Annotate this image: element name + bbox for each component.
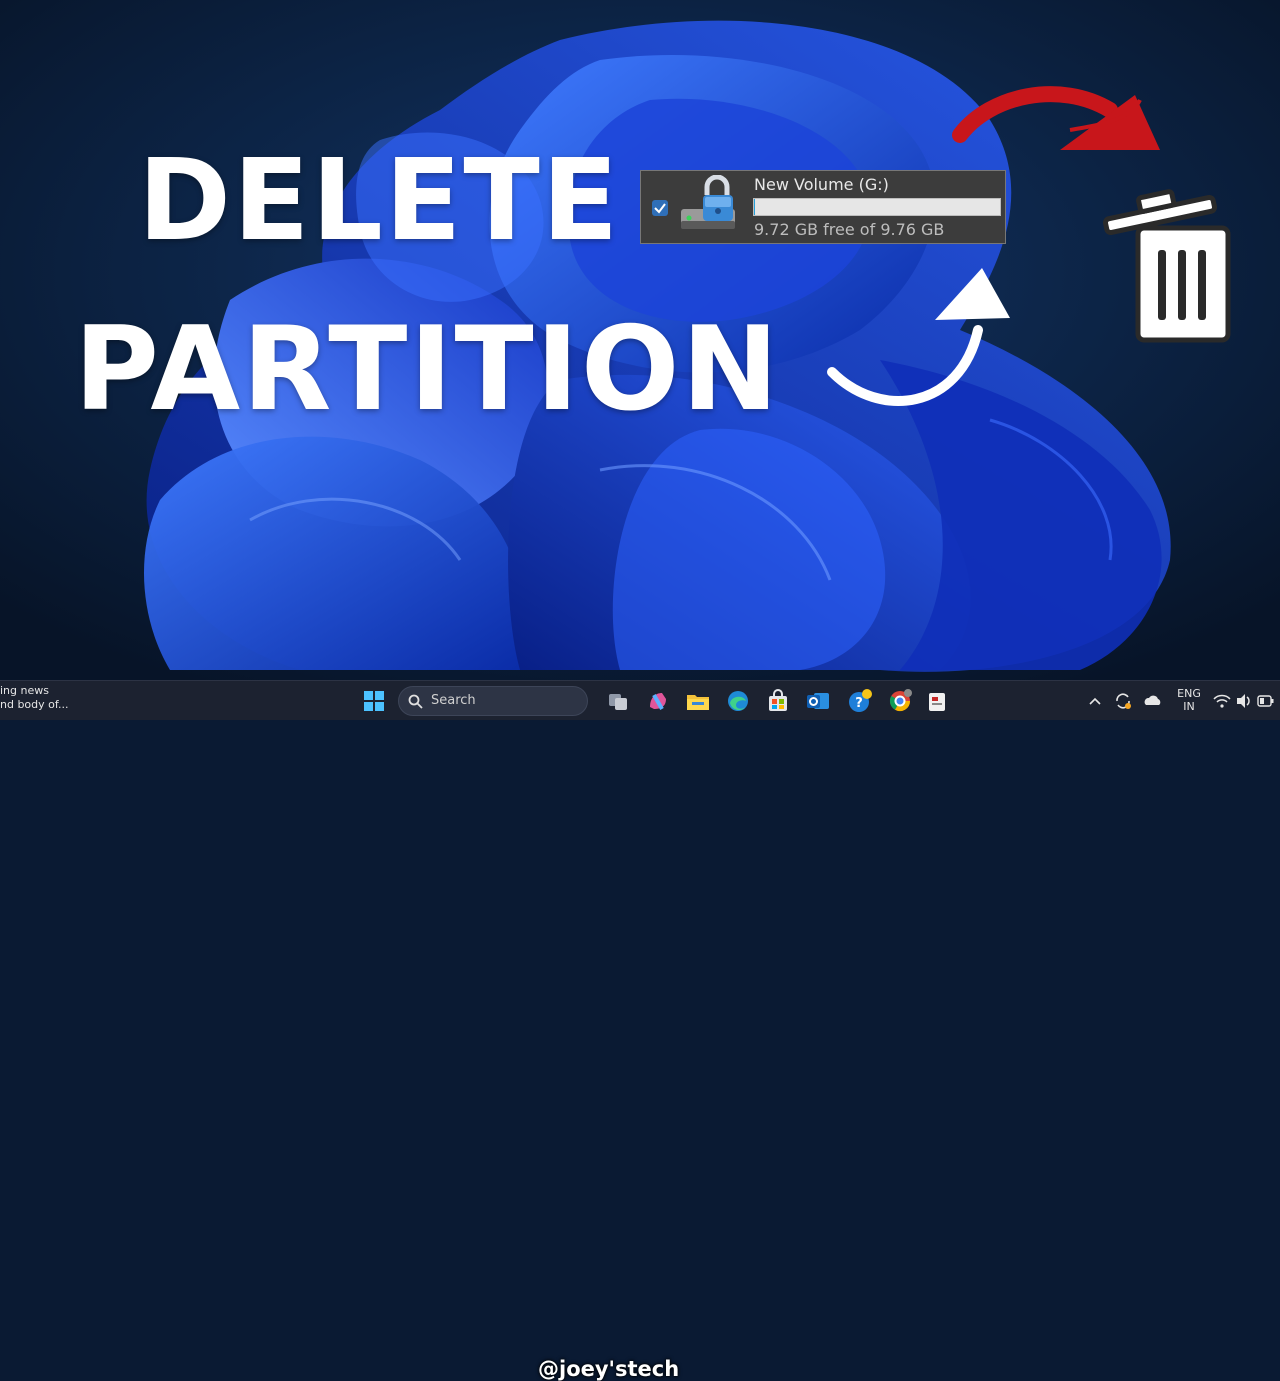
start-icon[interactable]	[360, 687, 388, 715]
chevron-up-icon[interactable]	[1086, 687, 1104, 715]
store-icon[interactable]	[764, 687, 792, 715]
taskbar: ing news nd body of... Search ? @joey'st…	[0, 680, 1280, 1381]
edge-icon[interactable]	[724, 687, 752, 715]
channel-watermark: @joey'stech	[538, 1357, 680, 1381]
overlay-graphics	[827, 86, 1231, 406]
news-line-1: ing news	[0, 684, 49, 697]
volume-icon[interactable]	[1234, 687, 1254, 715]
app-icon[interactable]	[924, 687, 952, 715]
outlook-icon[interactable]	[804, 687, 832, 715]
chrome-icon[interactable]	[886, 687, 914, 715]
language-line-2: IN	[1183, 700, 1195, 713]
curved-white-arrow-icon	[827, 268, 1010, 406]
search-label: Search	[431, 693, 476, 708]
news-widget[interactable]: ing news nd body of...	[0, 684, 68, 712]
trash-can-icon	[1102, 189, 1231, 343]
task-view-icon[interactable]	[604, 687, 632, 715]
curved-red-arrow-icon	[952, 86, 1160, 150]
battery-icon[interactable]	[1256, 687, 1276, 715]
copilot-icon[interactable]	[644, 687, 672, 715]
search-icon	[408, 694, 423, 709]
onedrive-icon[interactable]	[1142, 687, 1164, 715]
language-indicator[interactable]: ENG IN	[1176, 687, 1202, 727]
news-line-2: nd body of...	[0, 698, 69, 711]
help-icon[interactable]: ?	[846, 687, 874, 715]
file-explorer-icon[interactable]	[684, 687, 712, 715]
language-line-1: ENG	[1177, 687, 1201, 700]
wifi-icon[interactable]	[1212, 687, 1232, 715]
taskbar-search-box[interactable]: Search	[398, 686, 588, 716]
sync-icon[interactable]	[1112, 687, 1134, 715]
svg-text:?: ?	[855, 696, 863, 711]
